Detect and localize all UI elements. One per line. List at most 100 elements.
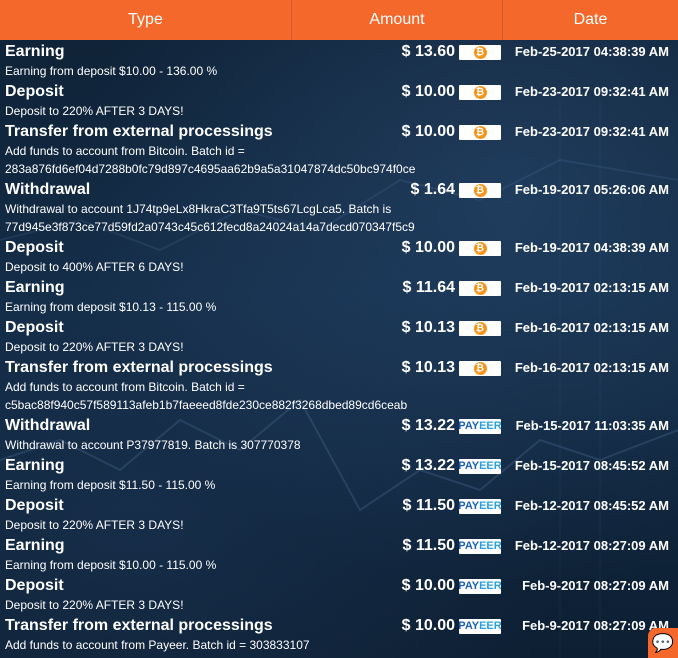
- transaction-main-line: Deposit $ 10.00 PAYEER Feb-9-2017 08:27:09 …: [0, 574, 678, 596]
- table-row: Deposit $ 10.13 ₿ Feb-16-2017 02:13:15 AM De…: [0, 316, 678, 356]
- transaction-list: Earning $ 13.60 ₿ Feb-25-2017 04:38:39 AM Ea…: [0, 40, 678, 654]
- payeer-logo-right: EER: [479, 420, 502, 432]
- transaction-main-line: Withdrawal $ 13.22 PAYEER Feb-15-2017 11:03…: [0, 414, 678, 436]
- table-row: Deposit $ 11.50 PAYEER Feb-12-2017 08:45:52…: [0, 494, 678, 534]
- transaction-amount-cell: $ 10.13 ₿: [292, 318, 503, 338]
- transaction-main-line: Transfer from external processings $ 10.0…: [0, 614, 678, 636]
- transaction-type: Earning: [5, 537, 65, 554]
- transaction-description: Withdrawal to account 1J74tp9eLx8HkraC3T…: [5, 202, 392, 216]
- transaction-type: Earning: [5, 457, 65, 474]
- transaction-description: Earning from deposit $10.00 - 115.00 %: [5, 558, 217, 572]
- transaction-type: Earning: [5, 43, 65, 60]
- transaction-description: Deposit to 220% AFTER 3 DAYS!: [5, 598, 184, 612]
- transaction-date: Feb-19-2017 04:38:39 AM: [514, 240, 669, 255]
- transaction-amount: $ 10.13: [401, 319, 455, 336]
- payeer-logo-left: PAY: [458, 500, 480, 512]
- payeer-logo-right: EER: [479, 540, 502, 552]
- bitcoin-symbol: ₿: [473, 45, 487, 59]
- column-header-date[interactable]: Date: [503, 0, 678, 40]
- chat-bubble-icon: 💬: [651, 633, 675, 653]
- transaction-amount-cell: $ 10.00 ₿: [292, 82, 503, 102]
- bitcoin-icon: ₿: [459, 280, 501, 296]
- payeer-icon: PAYEER: [458, 498, 502, 514]
- transaction-amount-cell: $ 10.00 ₿: [292, 122, 503, 142]
- transaction-type: Transfer from external processings: [5, 123, 273, 140]
- transaction-date: Feb-23-2017 09:32:41 AM: [514, 84, 669, 99]
- transaction-amount-cell: $ 10.00 ₿: [292, 238, 503, 258]
- payeer-logo-text: PAYEER: [458, 420, 501, 432]
- transaction-main-line: Withdrawal $ 1.64 ₿ Feb-19-2017 05:26:06 AM: [0, 178, 678, 200]
- payeer-logo-text: PAYEER: [458, 500, 501, 512]
- transaction-description: Deposit to 220% AFTER 3 DAYS!: [5, 104, 184, 118]
- transaction-amount: $ 11.50: [402, 497, 456, 514]
- transaction-description: Earning from deposit $11.50 - 115.00 %: [5, 478, 216, 492]
- payeer-icon: PAYEER: [458, 418, 502, 434]
- bitcoin-icon: ₿: [459, 84, 501, 100]
- payeer-icon: PAYEER: [458, 458, 502, 474]
- transaction-type: Transfer from external processings: [5, 359, 273, 376]
- transaction-amount-cell: $ 1.64 ₿: [292, 180, 503, 200]
- bitcoin-symbol: ₿: [473, 125, 487, 139]
- transaction-type: Deposit: [5, 577, 64, 594]
- payeer-logo-left: PAY: [458, 580, 480, 592]
- transaction-type: Transfer from external processings: [5, 617, 273, 634]
- chat-button[interactable]: 💬: [648, 628, 678, 658]
- transaction-amount: $ 10.13: [401, 359, 455, 376]
- transaction-main-line: Earning $ 11.50 PAYEER Feb-12-2017 08:27:09…: [0, 534, 678, 556]
- transaction-amount: $ 10.00: [401, 123, 455, 140]
- transaction-description: Add funds to account from Payeer. Batch …: [5, 638, 310, 652]
- transaction-date: Feb-16-2017 02:13:15 AM: [514, 360, 669, 375]
- transaction-description: Earning from deposit $10.00 - 136.00 %: [5, 64, 218, 78]
- transaction-main-line: Deposit $ 10.00 ₿ Feb-23-2017 09:32:41 AM: [0, 80, 678, 102]
- transaction-date: Feb-16-2017 02:13:15 AM: [514, 320, 669, 335]
- payeer-logo-right: EER: [479, 580, 502, 592]
- transaction-date: Feb-12-2017 08:27:09 AM: [514, 538, 669, 553]
- payeer-icon: PAYEER: [458, 578, 502, 594]
- table-row: Earning $ 13.60 ₿ Feb-25-2017 04:38:39 AM Ea…: [0, 40, 678, 80]
- bitcoin-icon: ₿: [459, 44, 501, 60]
- transaction-amount: $ 13.22: [401, 457, 455, 474]
- bitcoin-icon: ₿: [459, 240, 501, 256]
- transaction-description: 77d945e3f873ce77d59fd2a0743c45c612fecd8a…: [5, 220, 415, 234]
- transaction-amount-cell: $ 10.13 ₿: [292, 358, 503, 378]
- table-row: Deposit $ 10.00 ₿ Feb-19-2017 04:38:39 AM De…: [0, 236, 678, 276]
- table-row: Earning $ 13.22 PAYEER Feb-15-2017 08:45:52…: [0, 454, 678, 494]
- table-row: Earning $ 11.64 ₿ Feb-19-2017 02:13:15 AM Ea…: [0, 276, 678, 316]
- transaction-type: Withdrawal: [5, 181, 91, 198]
- transaction-date: Feb-9-2017 08:27:09 AM: [522, 578, 669, 593]
- transaction-description: Earning from deposit $10.13 - 115.00 %: [5, 300, 217, 314]
- transaction-type: Deposit: [5, 83, 64, 100]
- transaction-amount-cell: $ 13.22 PAYEER: [292, 456, 503, 476]
- transaction-amount-cell: $ 11.50 PAYEER: [292, 496, 503, 516]
- payeer-logo-text: PAYEER: [458, 620, 501, 632]
- transaction-main-line: Deposit $ 10.13 ₿ Feb-16-2017 02:13:15 AM: [0, 316, 678, 338]
- transaction-amount: $ 10.00: [401, 83, 455, 100]
- transaction-main-line: Earning $ 11.64 ₿ Feb-19-2017 02:13:15 AM: [0, 276, 678, 298]
- payeer-logo-left: PAY: [458, 420, 480, 432]
- column-header-type[interactable]: Type: [0, 0, 292, 40]
- payeer-logo-left: PAY: [458, 460, 480, 472]
- payeer-logo-right: EER: [479, 500, 502, 512]
- payeer-logo-left: PAY: [458, 540, 480, 552]
- column-header-amount[interactable]: Amount: [292, 0, 503, 40]
- transaction-amount: $ 10.00: [401, 239, 455, 256]
- transaction-date: Feb-15-2017 08:45:52 AM: [514, 458, 669, 473]
- payeer-logo-left: PAY: [458, 620, 480, 632]
- transaction-amount-cell: $ 13.22 PAYEER: [292, 416, 503, 436]
- transaction-amount-cell: $ 11.50 PAYEER: [292, 536, 503, 556]
- payeer-logo-right: EER: [479, 620, 502, 632]
- bitcoin-icon: ₿: [459, 124, 501, 140]
- transaction-amount: $ 11.50: [402, 537, 456, 554]
- transaction-main-line: Earning $ 13.60 ₿ Feb-25-2017 04:38:39 AM: [0, 40, 678, 62]
- table-row: Earning $ 11.50 PAYEER Feb-12-2017 08:27:09…: [0, 534, 678, 574]
- payeer-logo-text: PAYEER: [458, 460, 501, 472]
- payeer-icon: PAYEER: [458, 538, 502, 554]
- table-row: Withdrawal $ 13.22 PAYEER Feb-15-2017 11:03…: [0, 414, 678, 454]
- transaction-description: 283a876fd6ef04d7288b0fc79d897c4695aa62b9…: [5, 162, 416, 176]
- transaction-amount-cell: $ 10.00 PAYEER: [292, 616, 503, 636]
- transaction-type: Deposit: [5, 497, 64, 514]
- payeer-logo-text: PAYEER: [458, 580, 501, 592]
- table-row: Deposit $ 10.00 ₿ Feb-23-2017 09:32:41 AM De…: [0, 80, 678, 120]
- transaction-description: Add funds to account from Bitcoin. Batch…: [5, 380, 245, 394]
- transaction-main-line: Deposit $ 11.50 PAYEER Feb-12-2017 08:45:52…: [0, 494, 678, 516]
